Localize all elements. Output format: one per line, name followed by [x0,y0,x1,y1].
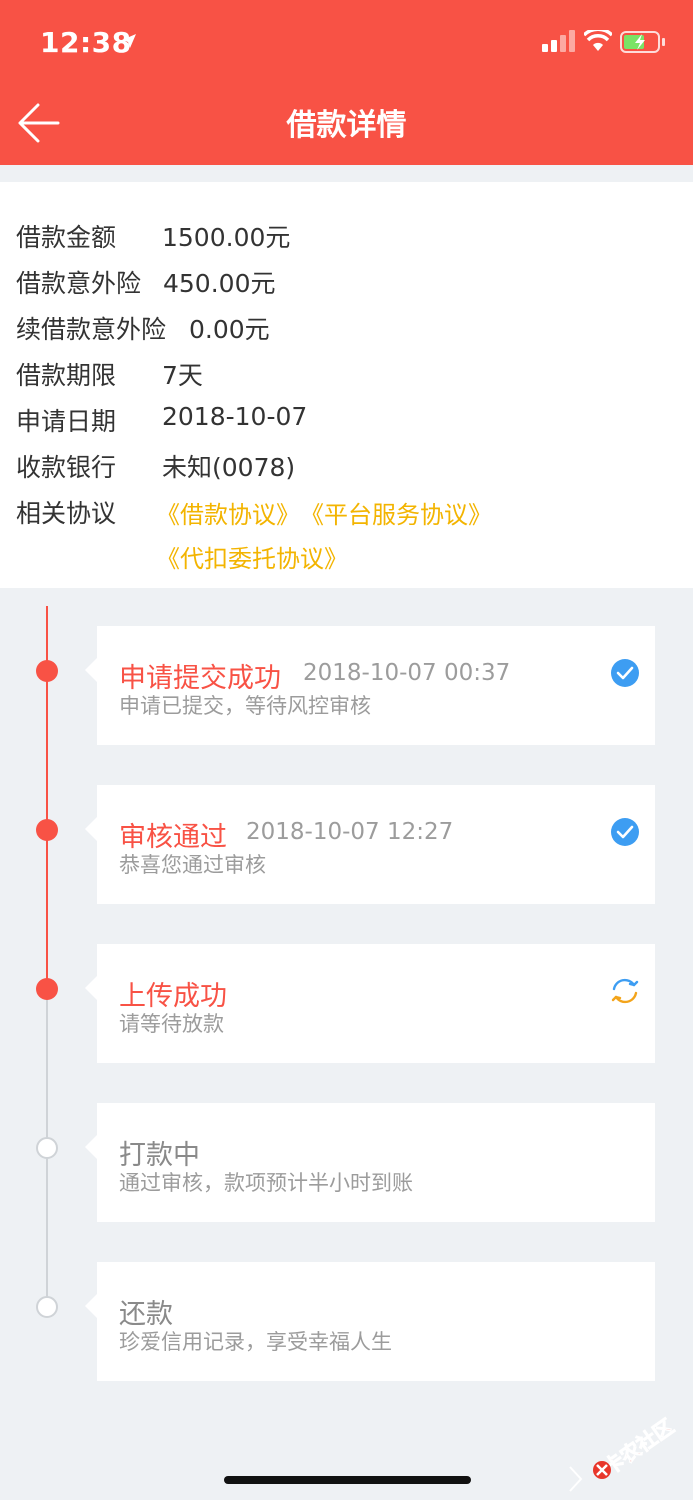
step-time: 2018-10-07 00:37 [303,660,511,686]
info-label: 申请日期 [16,407,117,436]
check-circle-icon [611,818,639,846]
step-description: 请等待放款 [119,1012,224,1036]
platform-service-agreement-link[interactable]: 《平台服务协议》 [300,495,492,530]
step-time: 2018-10-07 12:27 [246,819,454,845]
timeline-dot-pending [36,1137,58,1159]
status-time: 12:38 [40,26,132,59]
info-label: 借款金额 [16,223,117,252]
timeline-step: 上传成功 请等待放款 [85,944,655,1063]
timeline-step: 申请提交成功 2018-10-07 00:37 申请已提交，等待风控审核 [85,626,655,745]
watermark-logo: 卡农社区 [593,1414,679,1480]
loan-amount-value: 1500.00元 [162,223,291,252]
step-description: 珍爱信用记录，享受幸福人生 [119,1330,392,1354]
info-label: 借款意外险 [16,269,142,298]
location-arrow-icon [122,34,136,48]
cellular-signal-icon [542,30,575,52]
info-label: 相关协议 [16,499,117,528]
refresh-processing-icon [611,978,639,1004]
timeline-dot-done [36,819,58,841]
step-description: 申请已提交，等待风控审核 [119,694,371,718]
insurance-value: 450.00元 [163,269,276,298]
timeline-step: 还款 珍爱信用记录，享受幸福人生 [85,1262,655,1381]
wifi-icon [584,30,612,51]
check-circle-icon [611,659,639,687]
chevron-right-icon [569,1466,583,1492]
renewal-insurance-value: 0.00元 [189,315,270,344]
timeline-dot-done [36,660,58,682]
info-label: 借款期限 [16,361,117,390]
info-label: 续借款意外险 [16,315,167,344]
app-header: 12:38 借款详情 [0,0,693,165]
info-label: 收款银行 [16,453,117,482]
bank-value: 未知(0078) [162,453,296,482]
timeline-step: 打款中 通过审核，款项预计半小时到账 [85,1103,655,1222]
apply-date-value: 2018-10-07 [162,402,308,431]
loan-term-value: 7天 [162,361,203,390]
step-description: 恭喜您通过审核 [119,853,266,877]
debit-authorization-agreement-link[interactable]: 《代扣委托协议》 [156,539,348,574]
step-description: 通过审核，款项预计半小时到账 [119,1171,413,1195]
loan-info-card: 借款金额 1500.00元 借款意外险 450.00元 续借款意外险 0.00元… [0,182,693,588]
timeline-dot-pending [36,1296,58,1318]
timeline-step: 审核通过 2018-10-07 12:27 恭喜您通过审核 [85,785,655,904]
page-title: 借款详情 [286,108,407,143]
loan-agreement-link[interactable]: 《借款协议》 [156,495,300,530]
timeline-dot-done [36,978,58,1000]
home-indicator[interactable] [224,1476,471,1484]
battery-charging-icon [620,31,665,53]
